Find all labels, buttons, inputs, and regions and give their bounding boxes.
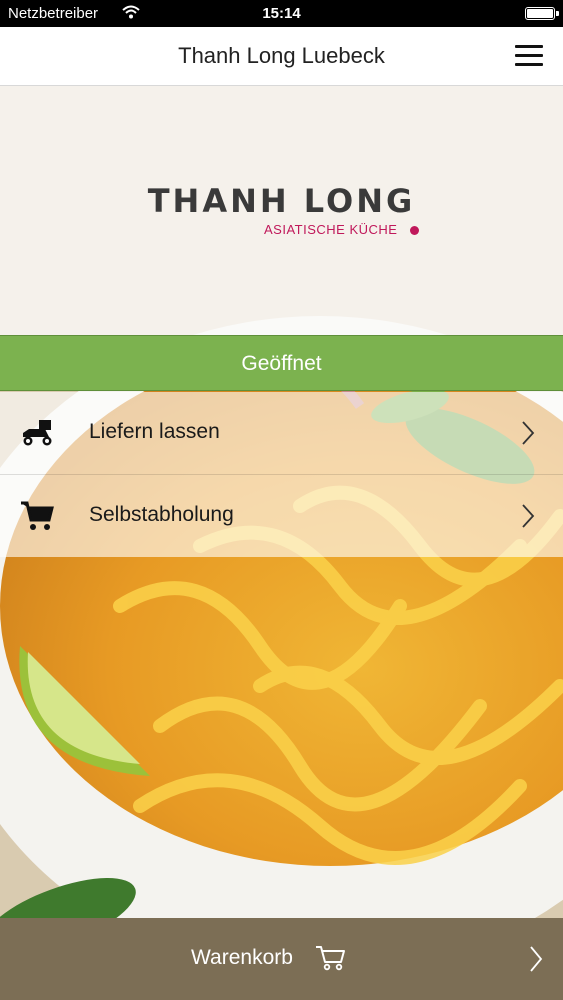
shopping-cart-icon — [21, 501, 54, 530]
delivery-option[interactable]: Liefern lassen — [0, 392, 563, 475]
page-title: Thanh Long Luebeck — [178, 43, 385, 68]
chevron-right-icon — [522, 421, 535, 445]
restaurant-tagline: ASIATISCHE KÜCHE — [264, 222, 398, 237]
status-bar: Netzbetreiber 15:14 — [0, 0, 563, 27]
chevron-right-icon — [530, 946, 543, 972]
navigation-bar: Thanh Long Luebeck — [0, 27, 563, 86]
hamburger-menu-icon[interactable] — [515, 45, 543, 67]
delivery-scooter-icon — [23, 420, 52, 446]
clock: 15:14 — [262, 5, 301, 22]
pickup-option-label: Selbstabholung — [89, 503, 234, 526]
cart-icon — [316, 946, 345, 971]
logo-panel: THANH LONG ASIATISCHE KÜCHE — [0, 86, 563, 335]
delivery-option-label: Liefern lassen — [89, 420, 220, 443]
open-status-banner: Geöffnet — [0, 335, 563, 391]
logo-dot-icon — [410, 226, 419, 235]
pickup-option[interactable]: Selbstabholung — [0, 475, 563, 557]
battery-icon — [525, 7, 559, 20]
restaurant-logo: THANH LONG — [147, 182, 416, 220]
cart-button[interactable]: Warenkorb — [0, 918, 563, 1000]
cart-label: Warenkorb — [191, 946, 293, 969]
chevron-right-icon — [522, 504, 535, 528]
